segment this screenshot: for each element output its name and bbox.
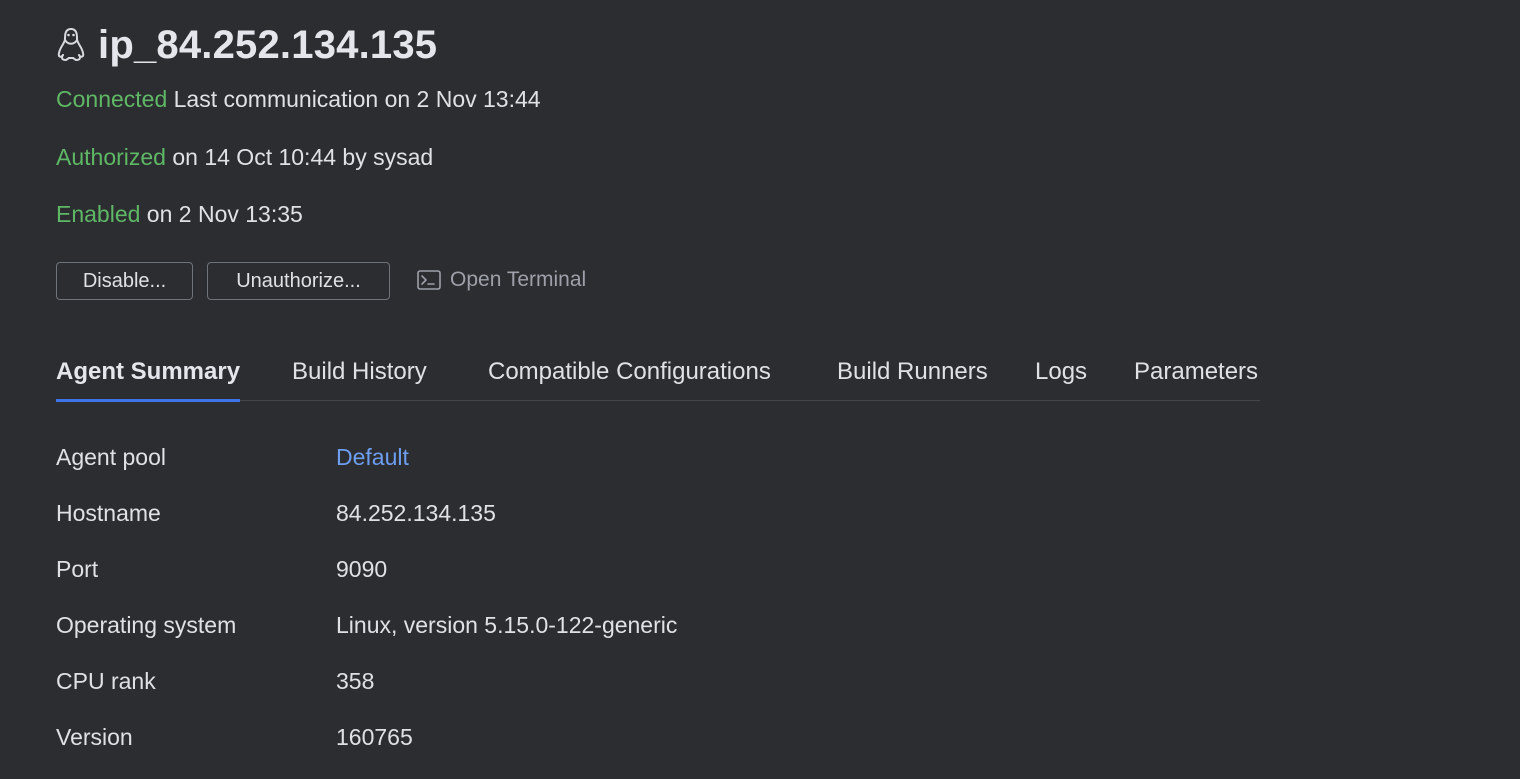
authorization-status: Authorized on 14 Oct 10:44 by sysad bbox=[56, 144, 433, 171]
agent-pool-link[interactable]: Default bbox=[336, 444, 409, 471]
tab-build-runners[interactable]: Build Runners bbox=[837, 358, 988, 399]
enabled-status: Enabled on 2 Nov 13:35 bbox=[56, 201, 303, 228]
tab-build-history[interactable]: Build History bbox=[292, 358, 427, 399]
agent-tabs: Agent Summary Build History Compatible C… bbox=[56, 352, 1260, 402]
detail-value: 9090 bbox=[336, 556, 388, 582]
unauthorize-button[interactable]: Unauthorize... bbox=[207, 262, 390, 300]
connected-status-label: Connected bbox=[56, 86, 168, 112]
detail-value: 160765 bbox=[336, 724, 413, 750]
authorized-info-text: on 14 Oct 10:44 by sysad bbox=[165, 144, 434, 170]
connection-status: Connected Last communication on 2 Nov 13… bbox=[56, 86, 541, 113]
last-communication-text: Last communication on 2 Nov 13:44 bbox=[167, 86, 541, 112]
tab-compatible-configurations[interactable]: Compatible Configurations bbox=[488, 358, 771, 399]
detail-label: CPU rank bbox=[56, 668, 156, 694]
detail-label: Port bbox=[56, 556, 99, 582]
linux-tux-icon bbox=[56, 27, 86, 63]
detail-label: Hostname bbox=[56, 500, 161, 526]
enabled-status-label: Enabled bbox=[56, 201, 141, 227]
tab-logs[interactable]: Logs bbox=[1035, 358, 1087, 399]
disable-button[interactable]: Disable... bbox=[56, 262, 193, 300]
detail-label: Operating system bbox=[56, 612, 237, 638]
open-terminal-button[interactable]: Open Terminal bbox=[417, 268, 586, 292]
tab-agent-summary[interactable]: Agent Summary bbox=[56, 358, 241, 402]
enabled-info-text: on 2 Nov 13:35 bbox=[140, 201, 303, 227]
detail-value: 358 bbox=[336, 668, 375, 694]
agent-header: ip_84.252.134.135 bbox=[56, 20, 437, 70]
terminal-icon bbox=[417, 270, 441, 290]
detail-label: Version bbox=[56, 724, 133, 750]
agent-title: ip_84.252.134.135 bbox=[98, 22, 438, 67]
open-terminal-label: Open Terminal bbox=[450, 268, 587, 291]
tab-parameters[interactable]: Parameters bbox=[1134, 358, 1258, 399]
authorized-status-label: Authorized bbox=[56, 144, 166, 170]
detail-value: 84.252.134.135 bbox=[336, 500, 496, 526]
agent-details-page: ip_84.252.134.135 Connected Last communi… bbox=[0, 0, 1520, 779]
detail-value: Linux, version 5.15.0-122-generic bbox=[336, 612, 678, 638]
detail-label: Agent pool bbox=[56, 444, 166, 470]
